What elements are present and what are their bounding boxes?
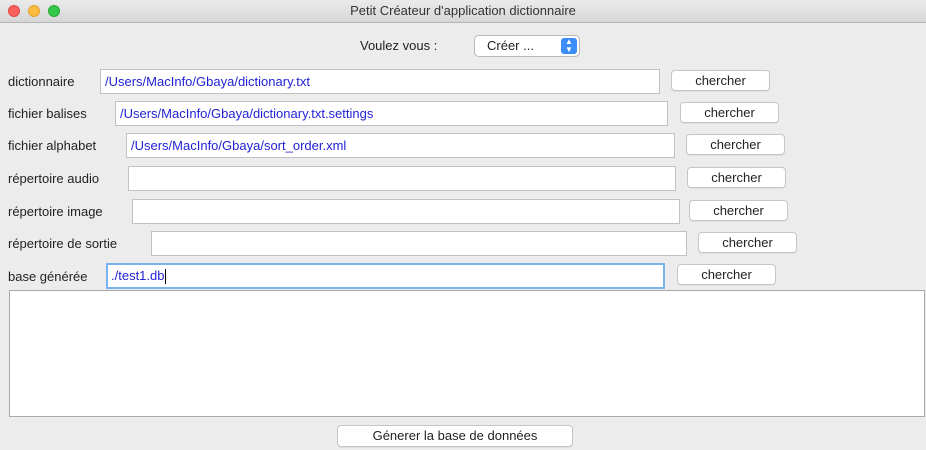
alphabet-file-browse-button[interactable]: chercher bbox=[686, 134, 785, 155]
generate-database-button[interactable]: Génerer la base de données bbox=[337, 425, 573, 447]
audio-dir-label: répertoire audio bbox=[8, 171, 100, 186]
alphabet-file-path-field[interactable]: /Users/MacInfo/Gbaya/sort_order.xml bbox=[126, 133, 675, 158]
output-dir-path-field[interactable] bbox=[151, 231, 687, 256]
mode-select[interactable]: Créer ... ▲ ▼ bbox=[474, 35, 580, 57]
audio-dir-path-field[interactable] bbox=[128, 166, 676, 191]
generated-db-label: base générée bbox=[8, 269, 88, 284]
mode-selected-value: Créer ... bbox=[487, 38, 534, 53]
image-dir-browse-button[interactable]: chercher bbox=[689, 200, 788, 221]
tags-file-browse-button[interactable]: chercher bbox=[680, 102, 779, 123]
tags-file-label: fichier balises bbox=[8, 106, 87, 121]
generated-db-path-field[interactable]: ./test1.db bbox=[106, 263, 665, 289]
output-dir-browse-button[interactable]: chercher bbox=[698, 232, 797, 253]
image-dir-path-field[interactable] bbox=[132, 199, 680, 224]
audio-dir-browse-button[interactable]: chercher bbox=[687, 167, 786, 188]
dictionary-browse-button[interactable]: chercher bbox=[671, 70, 770, 91]
text-caret bbox=[165, 269, 167, 285]
title-bar: Petit Créateur d'application dictionnair… bbox=[0, 0, 926, 23]
window-title: Petit Créateur d'application dictionnair… bbox=[350, 3, 576, 18]
mode-label: Voulez vous : bbox=[360, 38, 438, 53]
tags-file-path-field[interactable]: /Users/MacInfo/Gbaya/dictionary.txt.sett… bbox=[115, 101, 668, 126]
output-log-area[interactable] bbox=[9, 290, 925, 417]
image-dir-label: répertoire image bbox=[8, 204, 103, 219]
generated-db-browse-button[interactable]: chercher bbox=[677, 264, 776, 285]
dictionary-label: dictionnaire bbox=[8, 74, 75, 89]
select-arrows-icon: ▲ ▼ bbox=[561, 38, 577, 54]
alphabet-file-label: fichier alphabet bbox=[8, 138, 97, 153]
dictionary-path-field[interactable]: /Users/MacInfo/Gbaya/dictionary.txt bbox=[100, 69, 660, 94]
output-dir-label: répertoire de sortie bbox=[8, 236, 118, 251]
generated-db-path-value: ./test1.db bbox=[111, 268, 165, 283]
